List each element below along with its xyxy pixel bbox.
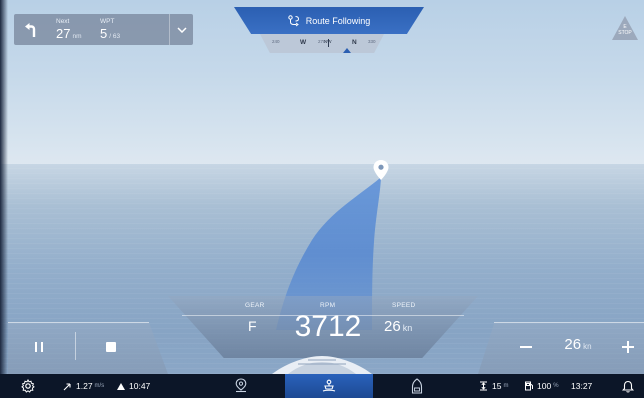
route-following-label: Route Following bbox=[305, 15, 371, 26]
route-icon bbox=[288, 14, 299, 26]
wpt-value: 5/ 63 bbox=[100, 26, 120, 41]
estop-line2: STOP bbox=[618, 30, 632, 36]
expand-nav-button[interactable] bbox=[170, 14, 193, 45]
heading-value: 10:47 bbox=[129, 381, 151, 391]
gear-value: F bbox=[248, 318, 257, 334]
stop-icon bbox=[106, 342, 116, 352]
triangle-up-icon bbox=[117, 382, 125, 390]
plus-icon-vertical bbox=[627, 341, 629, 353]
fuel-value: 100 bbox=[537, 381, 552, 391]
minus-icon bbox=[520, 346, 532, 348]
cruise-speed-unit: kn bbox=[583, 342, 592, 351]
compass-tape: 240 W 270 NW N 330 bbox=[260, 34, 384, 53]
compass-mark-w: W bbox=[300, 39, 307, 46]
settings-button[interactable] bbox=[21, 374, 35, 398]
wind-unit: m/s bbox=[94, 383, 105, 389]
increase-speed-button[interactable] bbox=[618, 337, 638, 357]
fuel-readout: 100% bbox=[524, 374, 559, 398]
emergency-stop-button[interactable]: E STOP bbox=[611, 15, 639, 41]
stop-button[interactable] bbox=[100, 337, 122, 357]
boat-icon bbox=[411, 378, 423, 394]
compass-minor-1: 240 bbox=[272, 39, 280, 44]
gear-icon bbox=[21, 379, 35, 393]
pause-button[interactable] bbox=[28, 337, 50, 357]
tab-map[interactable] bbox=[197, 374, 285, 398]
tab-boat[interactable] bbox=[373, 374, 461, 398]
rpm-value: 3712 bbox=[294, 310, 362, 343]
depth-readout: 15 m bbox=[479, 374, 508, 398]
playback-panel-edge bbox=[8, 322, 149, 323]
rpm-label: RPM bbox=[320, 302, 336, 309]
depth-icon bbox=[480, 381, 487, 391]
autopilot-boat-icon bbox=[322, 379, 336, 392]
notifications-button[interactable] bbox=[622, 374, 634, 398]
next-waypoint-card: Next 27 nm WPT 5/ 63 bbox=[14, 14, 193, 45]
heading-pointer bbox=[328, 39, 329, 47]
speed-label: SPEED bbox=[392, 302, 416, 309]
cruise-speed-value: 26 bbox=[564, 336, 582, 353]
turn-left-icon bbox=[14, 14, 48, 45]
playback-divider bbox=[75, 332, 76, 360]
wpt-total: / 63 bbox=[109, 33, 121, 40]
heading-marker bbox=[343, 48, 351, 53]
next-label: Next bbox=[56, 18, 70, 25]
decrease-speed-button[interactable] bbox=[516, 337, 536, 357]
gear-label: GEAR bbox=[245, 302, 265, 309]
route-following-banner[interactable]: Route Following bbox=[234, 7, 424, 34]
depth-unit: m bbox=[503, 383, 509, 389]
compass-mark-n: N bbox=[352, 39, 357, 46]
speed-value: 26 bbox=[384, 318, 401, 335]
next-distance: Next 27 nm bbox=[56, 14, 100, 45]
location-pin-icon[interactable] bbox=[372, 159, 390, 181]
clock: 13:27 bbox=[571, 381, 593, 391]
map-pin-icon bbox=[235, 378, 247, 393]
wpt-label: WPT bbox=[100, 18, 115, 25]
speed-readout: 26 kn bbox=[384, 318, 412, 335]
wind-value: 1.27 bbox=[76, 381, 93, 391]
waypoint-counter: WPT 5/ 63 bbox=[100, 14, 160, 45]
pause-icon bbox=[35, 342, 37, 352]
chevron-down-icon bbox=[176, 26, 187, 33]
compass-minor-3: 330 bbox=[368, 39, 376, 44]
heading-readout: 10:47 bbox=[117, 374, 150, 398]
boat-bow-illustration bbox=[272, 356, 372, 374]
autopilot-screen: Next 27 nm WPT 5/ 63 Route Following 240… bbox=[0, 0, 644, 398]
tab-autopilot[interactable] bbox=[285, 374, 373, 398]
next-distance-number: 27 bbox=[56, 26, 71, 41]
bell-icon bbox=[622, 380, 634, 392]
next-distance-unit: nm bbox=[72, 33, 82, 40]
next-distance-value: 27 nm bbox=[56, 26, 82, 41]
wpt-current: 5 bbox=[100, 26, 108, 41]
cruise-panel-edge bbox=[494, 322, 644, 323]
fuel-icon bbox=[525, 381, 533, 391]
speed-unit: kn bbox=[402, 323, 413, 333]
cruise-speed-readout: 26 kn bbox=[548, 336, 608, 353]
fuel-unit: % bbox=[553, 383, 559, 389]
pause-icon-bar bbox=[41, 342, 43, 352]
wind-readout: 1.27 m/s bbox=[63, 374, 104, 398]
depth-value: 15 bbox=[492, 381, 502, 391]
wind-icon bbox=[63, 382, 71, 390]
